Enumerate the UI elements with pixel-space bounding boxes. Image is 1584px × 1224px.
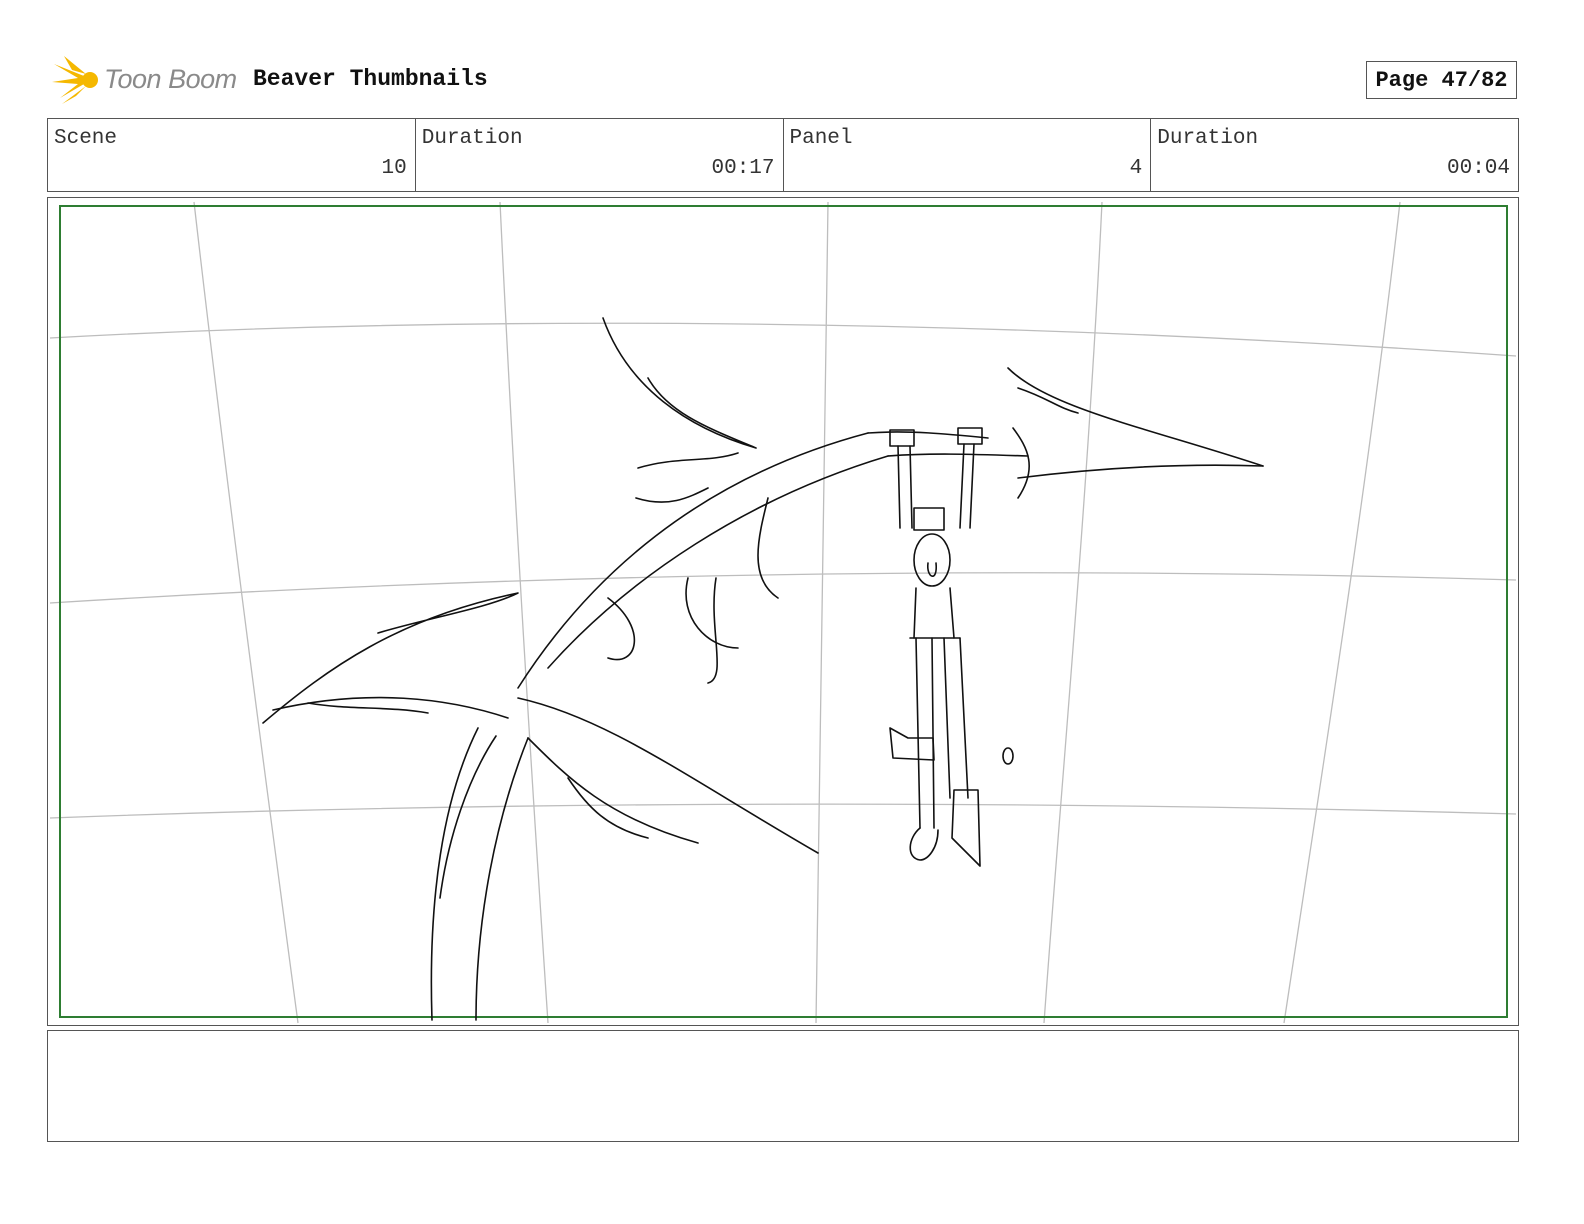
storyboard-panel: [47, 197, 1519, 1026]
hanging-man-sketch: [889, 427, 1014, 867]
scene-info-table: Scene 10 Duration 00:17 Panel 4 Duration…: [47, 118, 1519, 192]
logo-wordmark: Toon Boom: [104, 64, 237, 94]
perspective-grid: [49, 201, 1517, 1024]
panel-cell: Panel 4: [784, 119, 1152, 191]
scene-duration-value: 00:17: [711, 157, 775, 180]
panel-notes: [47, 1030, 1519, 1142]
flame-icon: [52, 56, 98, 104]
tree-sketch: [262, 317, 1264, 1021]
scene-cell: Scene 10: [48, 119, 416, 191]
panel-duration-value: 00:04: [1446, 157, 1510, 180]
scene-value: 10: [381, 157, 407, 180]
scene-label: Scene: [54, 127, 118, 150]
panel-sketch: [49, 201, 1517, 1024]
scene-duration-label: Duration: [421, 127, 523, 150]
panel-duration-cell: Duration 00:04: [1151, 119, 1518, 191]
panel-value: 4: [1129, 157, 1143, 180]
panel-label: Panel: [789, 127, 853, 150]
toon-boom-logo: Toon Boom: [50, 54, 240, 108]
page-indicator: Page 47/82: [1366, 61, 1517, 99]
panel-duration-label: Duration: [1157, 127, 1259, 150]
document-title: Beaver Thumbnails: [253, 66, 488, 92]
scene-duration-cell: Duration 00:17: [416, 119, 784, 191]
